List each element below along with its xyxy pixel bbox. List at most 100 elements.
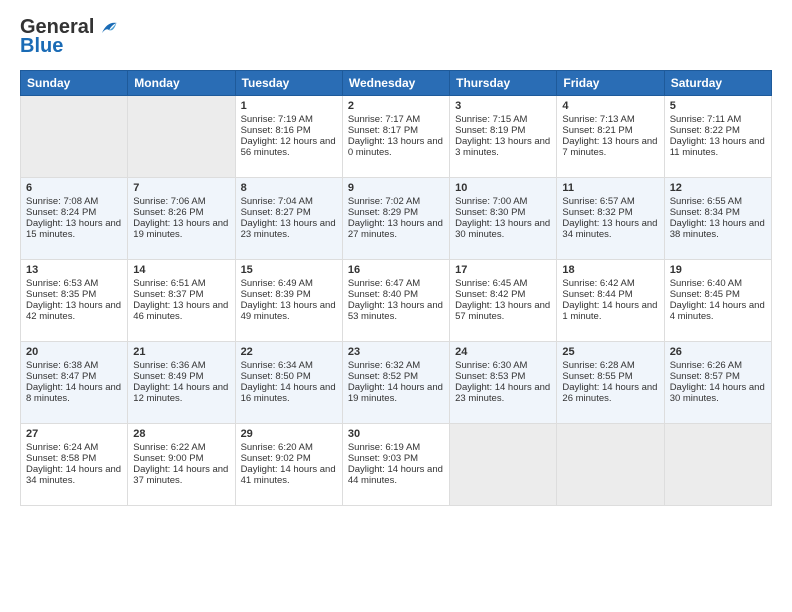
sunrise-text: Sunrise: 6:32 AM: [348, 360, 420, 371]
day-number: 3: [455, 100, 551, 112]
sunrise-text: Sunrise: 7:15 AM: [455, 114, 527, 125]
daylight-text: Daylight: 13 hours and 53 minutes.: [348, 300, 443, 322]
daylight-text: Daylight: 14 hours and 23 minutes.: [455, 382, 550, 404]
daylight-text: Daylight: 13 hours and 11 minutes.: [670, 136, 765, 158]
sunset-text: Sunset: 8:32 PM: [562, 207, 632, 218]
calendar-week-row: 6Sunrise: 7:08 AMSunset: 8:24 PMDaylight…: [21, 178, 772, 260]
sunset-text: Sunset: 8:29 PM: [348, 207, 418, 218]
calendar-cell: 5Sunrise: 7:11 AMSunset: 8:22 PMDaylight…: [664, 96, 771, 178]
sunrise-text: Sunrise: 7:04 AM: [241, 196, 313, 207]
day-number: 14: [133, 264, 229, 276]
calendar-cell: 24 Sunrise: 6:30 AMSunset: 8:53 PMDayligh…: [450, 342, 557, 424]
calendar-cell: 16Sunrise: 6:47 AMSunset: 8:40 PMDayligh…: [342, 260, 449, 342]
daylight-text: Daylight: 14 hours and 4 minutes.: [670, 300, 765, 322]
day-number: 6: [26, 182, 122, 194]
day-number: 17: [455, 264, 551, 276]
sunset-text: Sunset: 8:34 PM: [670, 207, 740, 218]
day-number: 24: [455, 346, 551, 358]
daylight-text: Daylight: 13 hours and 49 minutes.: [241, 300, 336, 322]
sunset-text: Sunset: 8:21 PM: [562, 125, 632, 136]
sunrise-text: Sunrise: 6:22 AM: [133, 442, 205, 453]
calendar-day-header: Tuesday: [235, 71, 342, 96]
daylight-text: Daylight: 14 hours and 1 minute.: [562, 300, 657, 322]
sunset-text: Sunset: 8:53 PM: [455, 371, 525, 382]
sunrise-text: Sunrise: 6:45 AM: [455, 278, 527, 289]
sunset-text: Sunset: 8:26 PM: [133, 207, 203, 218]
sunset-text: Sunset: 8:50 PM: [241, 371, 311, 382]
calendar-cell: 3Sunrise: 7:15 AMSunset: 8:19 PMDaylight…: [450, 96, 557, 178]
calendar-week-row: 27Sunrise: 6:24 AMSunset: 8:58 PMDayligh…: [21, 424, 772, 506]
day-number: 4: [562, 100, 658, 112]
calendar-cell: 25Sunrise: 6:28 AMSunset: 8:55 PMDayligh…: [557, 342, 664, 424]
calendar-cell: [450, 424, 557, 506]
calendar-cell: 6Sunrise: 7:08 AMSunset: 8:24 PMDaylight…: [21, 178, 128, 260]
sunrise-text: Sunrise: 6:30 AM: [455, 360, 527, 371]
calendar-day-header: Wednesday: [342, 71, 449, 96]
sunset-text: Sunset: 8:39 PM: [241, 289, 311, 300]
sunrise-text: Sunrise: 6:51 AM: [133, 278, 205, 289]
calendar-cell: 11Sunrise: 6:57 AMSunset: 8:32 PMDayligh…: [557, 178, 664, 260]
calendar-cell: [21, 96, 128, 178]
calendar-day-header: Thursday: [450, 71, 557, 96]
day-number: 7: [133, 182, 229, 194]
day-number: 8: [241, 182, 337, 194]
sunset-text: Sunset: 8:47 PM: [26, 371, 96, 382]
day-number: 22: [241, 346, 337, 358]
calendar-day-header: Monday: [128, 71, 235, 96]
calendar-cell: 19Sunrise: 6:40 AMSunset: 8:45 PMDayligh…: [664, 260, 771, 342]
sunrise-text: Sunrise: 7:00 AM: [455, 196, 527, 207]
daylight-text: Daylight: 14 hours and 19 minutes.: [348, 382, 443, 404]
sunrise-text: Sunrise: 7:08 AM: [26, 196, 98, 207]
daylight-text: Daylight: 14 hours and 34 minutes.: [26, 464, 121, 486]
day-number: 13: [26, 264, 122, 276]
sunrise-text: Sunrise: 6:40 AM: [670, 278, 742, 289]
calendar-cell: 22 Sunrise: 6:34 AMSunset: 8:50 PMDayligh…: [235, 342, 342, 424]
calendar-day-header: Saturday: [664, 71, 771, 96]
daylight-text: Daylight: 13 hours and 30 minutes.: [455, 218, 550, 240]
daylight-text: Daylight: 13 hours and 0 minutes.: [348, 136, 443, 158]
sunrise-text: Sunrise: 7:13 AM: [562, 114, 634, 125]
calendar-cell: 29Sunrise: 6:20 AMSunset: 9:02 PMDayligh…: [235, 424, 342, 506]
sunrise-text: Sunrise: 6:28 AM: [562, 360, 634, 371]
day-number: 10: [455, 182, 551, 194]
sunrise-text: Sunrise: 6:19 AM: [348, 442, 420, 453]
sunrise-text: Sunrise: 6:24 AM: [26, 442, 98, 453]
sunset-text: Sunset: 9:00 PM: [133, 453, 203, 464]
calendar-table: SundayMondayTuesdayWednesdayThursdayFrid…: [20, 70, 772, 506]
calendar-cell: 7Sunrise: 7:06 AMSunset: 8:26 PMDaylight…: [128, 178, 235, 260]
day-number: 26: [670, 346, 766, 358]
calendar-cell: 8 Sunrise: 7:04 AMSunset: 8:27 PMDaylight…: [235, 178, 342, 260]
sunset-text: Sunset: 8:55 PM: [562, 371, 632, 382]
day-number: 27: [26, 428, 122, 440]
day-number: 12: [670, 182, 766, 194]
calendar-cell: 21Sunrise: 6:36 AMSunset: 8:49 PMDayligh…: [128, 342, 235, 424]
daylight-text: Daylight: 14 hours and 30 minutes.: [670, 382, 765, 404]
daylight-text: Daylight: 13 hours and 23 minutes.: [241, 218, 336, 240]
day-number: 1: [241, 100, 337, 112]
day-number: 5: [670, 100, 766, 112]
calendar-cell: [557, 424, 664, 506]
calendar-cell: 1Sunrise: 7:19 AMSunset: 8:16 PMDaylight…: [235, 96, 342, 178]
sunrise-text: Sunrise: 6:57 AM: [562, 196, 634, 207]
day-number: 25: [562, 346, 658, 358]
sunset-text: Sunset: 8:17 PM: [348, 125, 418, 136]
sunrise-text: Sunrise: 7:11 AM: [670, 114, 742, 125]
day-number: 28: [133, 428, 229, 440]
day-number: 16: [348, 264, 444, 276]
day-number: 15: [241, 264, 337, 276]
calendar-cell: 4Sunrise: 7:13 AMSunset: 8:21 PMDaylight…: [557, 96, 664, 178]
daylight-text: Daylight: 14 hours and 8 minutes.: [26, 382, 121, 404]
daylight-text: Daylight: 14 hours and 16 minutes.: [241, 382, 336, 404]
calendar-header-row: SundayMondayTuesdayWednesdayThursdayFrid…: [21, 71, 772, 96]
calendar-day-header: Friday: [557, 71, 664, 96]
calendar-day-header: Sunday: [21, 71, 128, 96]
daylight-text: Daylight: 12 hours and 56 minutes.: [241, 136, 336, 158]
sunset-text: Sunset: 8:27 PM: [241, 207, 311, 218]
daylight-text: Daylight: 13 hours and 57 minutes.: [455, 300, 550, 322]
daylight-text: Daylight: 13 hours and 27 minutes.: [348, 218, 443, 240]
sunrise-text: Sunrise: 7:06 AM: [133, 196, 205, 207]
sunset-text: Sunset: 8:52 PM: [348, 371, 418, 382]
sunrise-text: Sunrise: 6:34 AM: [241, 360, 313, 371]
calendar-cell: 30Sunrise: 6:19 AMSunset: 9:03 PMDayligh…: [342, 424, 449, 506]
sunset-text: Sunset: 8:35 PM: [26, 289, 96, 300]
